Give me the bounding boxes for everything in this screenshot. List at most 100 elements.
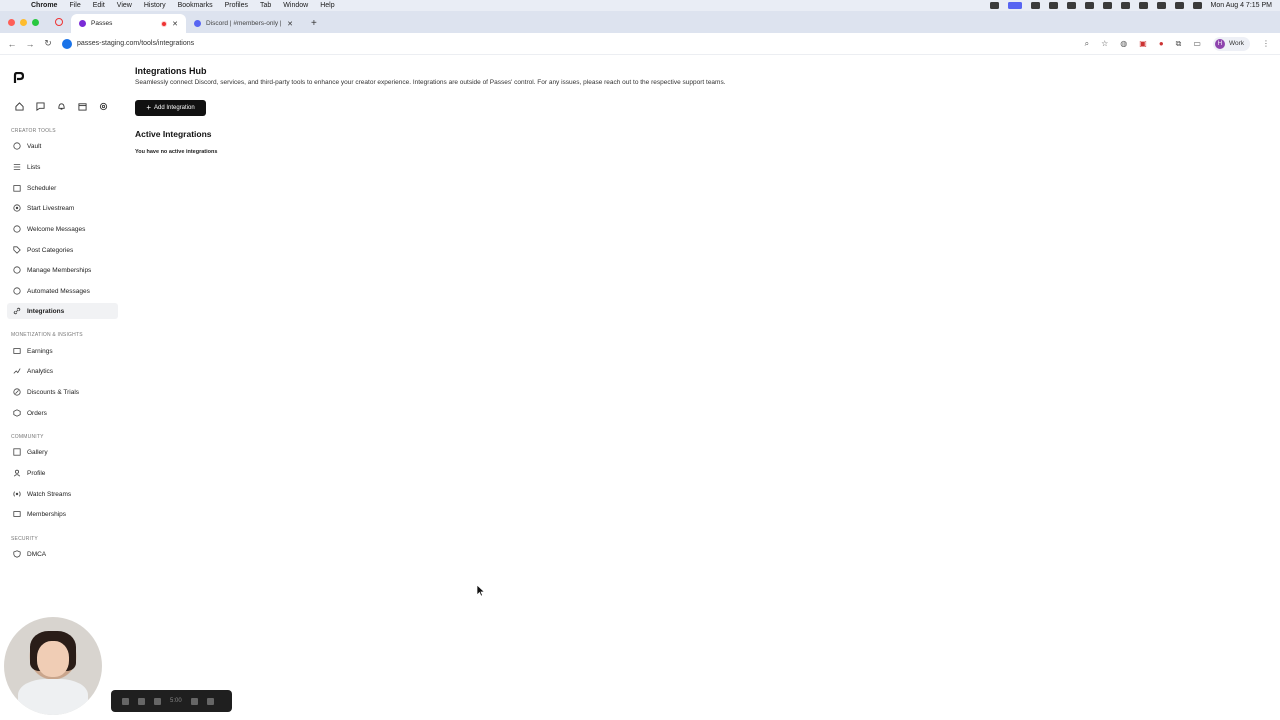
extension-icon[interactable]: ◍ [1120, 39, 1127, 48]
fullscreen-window-button[interactable] [32, 18, 39, 26]
sidebar-item-manage-memberships[interactable]: Manage Memberships [7, 262, 118, 278]
sidebar-item-label: Vault [27, 142, 42, 150]
sidebar-item-label: Orders [27, 409, 47, 417]
spotlight-search-icon[interactable] [1174, 2, 1184, 9]
restart-recording-icon[interactable] [154, 697, 161, 705]
sidebar-item-watch-streams[interactable]: Watch Streams [7, 486, 118, 502]
sidebar-item-label: Lists [27, 163, 41, 171]
calendar-icon [12, 184, 21, 193]
stop-recording-icon[interactable] [122, 697, 129, 705]
active-integrations-heading: Active Integrations [135, 129, 212, 139]
menu-edit[interactable]: Edit [93, 2, 105, 9]
menu-bar-clock[interactable]: Mon Aug 4 7:15 PM [1211, 2, 1272, 9]
home-icon[interactable] [13, 100, 25, 112]
webcam-overlay[interactable] [4, 617, 102, 715]
sidebar-item-post-categories[interactable]: Post Categories [7, 242, 118, 258]
sidebar-item-analytics[interactable]: Analytics [7, 363, 118, 379]
sidebar-item-scheduler[interactable]: Scheduler [7, 180, 118, 196]
zoom-icon[interactable]: ⌕ [1085, 39, 1089, 49]
shield-icon [12, 550, 21, 559]
tab-passes[interactable]: Passes ✕ [71, 14, 186, 33]
tab-recording-icon [161, 20, 168, 27]
moon-icon[interactable] [1084, 2, 1094, 9]
reload-icon[interactable]: ↻ [39, 38, 57, 49]
messages-icon[interactable] [34, 100, 46, 112]
broadcast-icon [12, 490, 21, 499]
new-tab-icon[interactable]: + [311, 18, 317, 29]
automated-message-icon [12, 287, 21, 296]
sidebar-item-gallery[interactable]: Gallery [7, 444, 118, 460]
more-menu-icon[interactable]: ⋮ [1262, 39, 1270, 48]
url-text[interactable]: passes-staging.com/tools/integrations [77, 40, 194, 47]
close-tab-icon[interactable]: ✕ [172, 20, 178, 28]
menu-tab[interactable]: Tab [260, 2, 271, 9]
passes-logo-icon[interactable] [12, 72, 24, 84]
sidebar-item-memberships[interactable]: Memberships [7, 506, 118, 522]
menu-help[interactable]: Help [320, 2, 334, 9]
sidebar-item-integrations[interactable]: Integrations [7, 303, 118, 319]
gear-icon[interactable] [97, 100, 109, 112]
minimize-window-button[interactable] [20, 18, 27, 26]
text-icon[interactable] [1120, 2, 1130, 9]
macos-menu-bar: Chrome File Edit View History Bookmarks … [0, 0, 1280, 11]
tag-icon [12, 246, 21, 255]
delete-recording-icon[interactable] [206, 697, 214, 705]
sidebar-item-dmca[interactable]: DMCA [7, 546, 118, 562]
puzzle-icon[interactable]: ⧉ [1176, 39, 1182, 49]
wifi-icon[interactable] [1156, 2, 1166, 9]
menu-bookmarks[interactable]: Bookmarks [178, 2, 213, 9]
calendar-icon[interactable] [76, 100, 88, 112]
webcam-person-shirt [18, 679, 88, 715]
sidebar-item-lists[interactable]: Lists [7, 159, 118, 175]
menu-app-name[interactable]: Chrome [31, 2, 57, 9]
page-title: Integrations Hub [135, 66, 207, 76]
skype-icon[interactable] [1066, 2, 1076, 9]
menu-window[interactable]: Window [283, 2, 308, 9]
forward-arrow-icon[interactable]: → [21, 39, 39, 49]
message-icon [12, 225, 21, 234]
control-center-icon[interactable] [1192, 2, 1202, 9]
tab-discord[interactable]: Discord | #members-only | D ✕ [186, 14, 301, 33]
microphone-icon[interactable] [989, 2, 999, 9]
undo-recording-icon[interactable] [190, 697, 198, 705]
sidebar-item-profile[interactable]: Profile [7, 465, 118, 481]
sidebar-item-label: Earnings [27, 347, 53, 355]
grid-icon[interactable] [1030, 2, 1040, 9]
extension-icon[interactable]: ▣ [1139, 39, 1147, 48]
menu-view[interactable]: View [117, 2, 132, 9]
screen-recorder-icon[interactable] [1007, 2, 1022, 9]
close-window-button[interactable] [8, 18, 15, 26]
tab-title: Passes [91, 20, 113, 27]
sidebar-item-start-livestream[interactable]: Start Livestream [7, 200, 118, 216]
mouse-cursor-icon [477, 585, 485, 597]
notion-icon[interactable] [1102, 2, 1112, 9]
browser-toolbar: ← → ↻ passes-staging.com/tools/integrati… [0, 33, 1280, 55]
sidebar-item-vault[interactable]: Vault [7, 138, 118, 154]
back-arrow-icon[interactable]: ← [3, 39, 21, 49]
bookmark-star-icon[interactable]: ☆ [1101, 39, 1108, 48]
recording-control-bar: 5:00 [111, 690, 232, 712]
sidebar-item-earnings[interactable]: Earnings [7, 343, 118, 359]
menu-profiles[interactable]: Profiles [225, 2, 248, 9]
discord-favicon-icon [194, 20, 201, 27]
profile-button[interactable]: H Work [1212, 36, 1250, 51]
site-info-icon[interactable] [62, 38, 72, 49]
section-label-security: SECURITY [11, 536, 38, 542]
link-icon [12, 307, 21, 316]
sidebar-item-orders[interactable]: Orders [7, 405, 118, 421]
sidebar-toggle-icon[interactable]: ▭ [1193, 39, 1201, 48]
user-icon [12, 469, 21, 478]
battery-icon[interactable] [1138, 2, 1148, 9]
menu-file[interactable]: File [69, 2, 80, 9]
add-integration-button[interactable]: + Add Integration [135, 100, 206, 116]
address-bar[interactable]: passes-staging.com/tools/integrations [62, 36, 1085, 52]
extension-tray-icon[interactable] [1048, 2, 1058, 9]
pause-recording-icon[interactable] [138, 697, 145, 705]
close-tab-icon[interactable]: ✕ [287, 20, 293, 28]
sidebar-item-automated-messages[interactable]: Automated Messages [7, 283, 118, 299]
sidebar-item-welcome-messages[interactable]: Welcome Messages [7, 221, 118, 237]
menu-history[interactable]: History [144, 2, 166, 9]
sidebar-item-discounts-trials[interactable]: Discounts & Trials [7, 384, 118, 400]
bell-icon[interactable] [55, 100, 67, 112]
extension-icon[interactable]: ● [1159, 39, 1164, 48]
